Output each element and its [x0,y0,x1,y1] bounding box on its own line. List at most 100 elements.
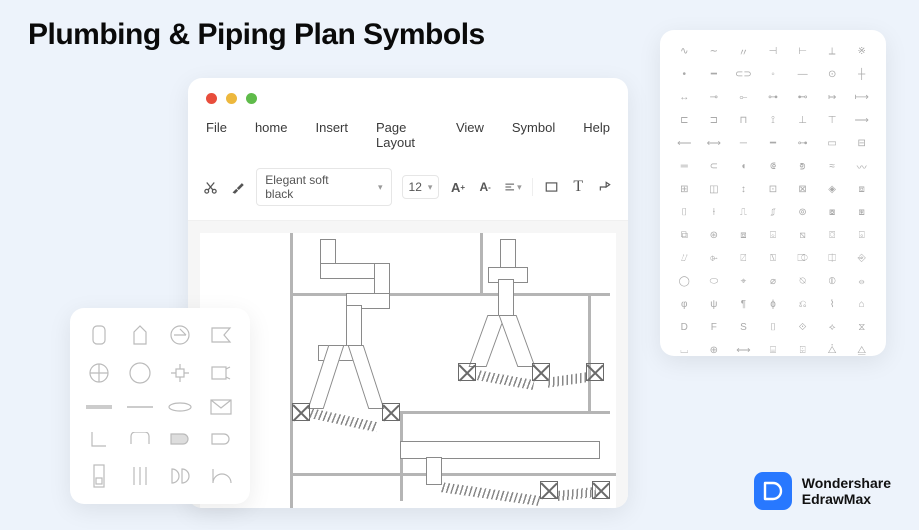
shape-glyph-icon[interactable]: ⊤ [822,113,843,128]
shape-glyph-icon[interactable]: ⊢ [792,44,813,59]
font-size-select[interactable]: 12 ▾ [402,175,440,199]
shape-glyph-icon[interactable]: ⊞ [674,182,695,197]
shape-cylinder-icon[interactable] [84,322,115,348]
shape-cap-icon[interactable] [125,427,156,451]
shape-glyph-icon[interactable]: ⟃ [763,159,784,174]
shape-glyph-icon[interactable]: ⌷ [674,205,695,220]
shape-glyph-icon[interactable]: ⦶ [822,274,843,289]
shape-glyph-icon[interactable]: ⟄ [792,159,813,174]
menu-symbol[interactable]: Symbol [512,120,555,150]
shape-glyph-icon[interactable]: ⧖ [851,320,872,335]
canvas[interactable] [200,233,616,508]
shape-circle-icon[interactable] [125,358,156,386]
shape-glyph-icon[interactable]: ※ [851,44,872,59]
shape-glyph-icon[interactable]: ⧋ [851,343,872,358]
shape-glyph-icon[interactable]: ⌸ [763,343,784,358]
shape-glyph-icon[interactable]: ⧆ [851,205,872,220]
shape-box-conn-icon[interactable] [206,358,237,386]
shape-glyph-icon[interactable]: ━ [763,136,784,151]
shape-glyph-icon[interactable]: ⧈ [851,182,872,197]
shape-glyph-icon[interactable]: ▭ [822,136,843,151]
shape-glyph-icon[interactable]: ⊙ [822,67,843,82]
shape-glyph-icon[interactable]: ⟟ [763,113,784,128]
shape-glyph-icon[interactable]: ⟷ [733,343,754,358]
shape-glyph-icon[interactable]: ↕ [733,182,754,197]
menu-view[interactable]: View [456,120,484,150]
shape-glyph-icon[interactable]: ⌻ [851,228,872,243]
shape-glyph-icon[interactable]: ⌱ [704,251,725,266]
shape-glyph-icon[interactable]: ɸ [763,297,784,312]
shape-glyph-icon[interactable]: ⌴ [674,343,695,358]
shape-glyph-icon[interactable]: ⟷ [704,136,725,151]
shape-glyph-icon[interactable]: 〰 [851,159,872,174]
shape-glyph-icon[interactable]: ⌼ [822,228,843,243]
shape-glyph-icon[interactable]: ⧊ [822,343,843,358]
shape-glyph-icon[interactable]: ⊶ [763,90,784,105]
minimize-icon[interactable] [226,93,237,104]
shape-glyph-icon[interactable]: ◖ [733,159,754,174]
shape-glyph-icon[interactable]: ⎍ [733,205,754,220]
shape-glyph-icon[interactable]: ⊠ [792,182,813,197]
shape-lens-icon[interactable] [165,397,196,417]
decrease-font-icon[interactable]: A- [477,178,494,196]
shape-glyph-icon[interactable]: ◈ [822,182,843,197]
shape-glyph-icon[interactable]: ⌺ [763,228,784,243]
connector-tool-icon[interactable] [597,178,614,196]
format-brush-icon[interactable] [229,178,246,196]
shape-mail-icon[interactable] [206,397,237,417]
shape-glyph-icon[interactable]: ⍉ [792,274,813,289]
shape-glyph-icon[interactable]: ⊂⊃ [733,67,754,82]
shape-glyph-icon[interactable]: ⟜ [733,90,754,105]
shape-bars-icon[interactable] [125,462,156,490]
shape-bracket-icon[interactable] [84,427,115,451]
shape-hslim-icon[interactable] [125,397,156,417]
menu-insert[interactable]: Insert [315,120,348,150]
shape-glyph-icon[interactable]: ⟐ [792,320,813,335]
shape-glyph-icon[interactable]: ⧈ [733,228,754,243]
shape-glyph-icon[interactable]: • [674,67,695,82]
shape-glyph-icon[interactable]: ═ [674,159,695,174]
close-icon[interactable] [206,93,217,104]
shape-glyph-icon[interactable]: ⎌ [792,297,813,312]
shape-glyph-icon[interactable]: ⊏ [674,113,695,128]
menu-help[interactable]: Help [583,120,610,150]
shape-node-icon[interactable] [165,358,196,386]
shape-glyph-icon[interactable]: ¶ [733,297,754,312]
shape-glyph-icon[interactable]: ⊷ [792,90,813,105]
shape-glyph-icon[interactable]: ⊂ [704,159,725,174]
font-select[interactable]: Elegant soft black ▾ [256,168,391,206]
shape-glyph-icon[interactable]: ⟡ [822,320,843,335]
shape-flag-icon[interactable] [206,322,237,348]
shape-glyph-icon[interactable]: ⊡ [763,182,784,197]
shape-glyph-icon[interactable]: ⍂ [763,251,784,266]
shape-bullet2-icon[interactable] [206,427,237,451]
cut-icon[interactable] [202,178,219,196]
shape-glyph-icon[interactable]: ⊟ [851,136,872,151]
shape-glyph-icon[interactable]: D [674,320,695,335]
shape-glyph-icon[interactable]: ◦ [763,67,784,82]
shape-glyph-icon[interactable]: ⍿ [704,205,725,220]
maximize-icon[interactable] [246,93,257,104]
shape-glyph-icon[interactable]: ┼ [851,67,872,82]
shape-glyph-icon[interactable]: ━ [704,67,725,82]
align-icon[interactable]: ▾ [504,178,522,196]
shape-glyph-icon[interactable]: — [792,67,813,82]
shape-glyph-icon[interactable]: ⌹ [792,343,813,358]
shape-bullet-icon[interactable] [165,427,196,451]
shape-glyph-icon[interactable]: ⊐ [704,113,725,128]
shape-hbar-icon[interactable] [84,397,115,417]
shape-glyph-icon[interactable]: ⊥ [792,113,813,128]
shape-glyph-icon[interactable]: ⊛ [704,228,725,243]
shape-compass-icon[interactable] [84,358,115,386]
shape-vrect-icon[interactable] [84,462,115,490]
shape-glyph-icon[interactable]: ⟶ [851,113,872,128]
shape-glyph-icon[interactable]: ↔ [674,90,695,105]
shape-glyph-icon[interactable]: ⧉ [674,228,695,243]
shape-glyph-icon[interactable]: ⊶ [792,136,813,151]
shape-glyph-icon[interactable]: ψ [704,297,725,312]
shape-glyph-icon[interactable]: ⟂ [822,44,843,59]
shape-glyph-icon[interactable]: S [733,320,754,335]
menu-page-layout[interactable]: Page Layout [376,120,428,150]
shape-glyph-icon[interactable]: ∿ [674,44,695,59]
shape-arc-icon[interactable] [206,462,237,490]
